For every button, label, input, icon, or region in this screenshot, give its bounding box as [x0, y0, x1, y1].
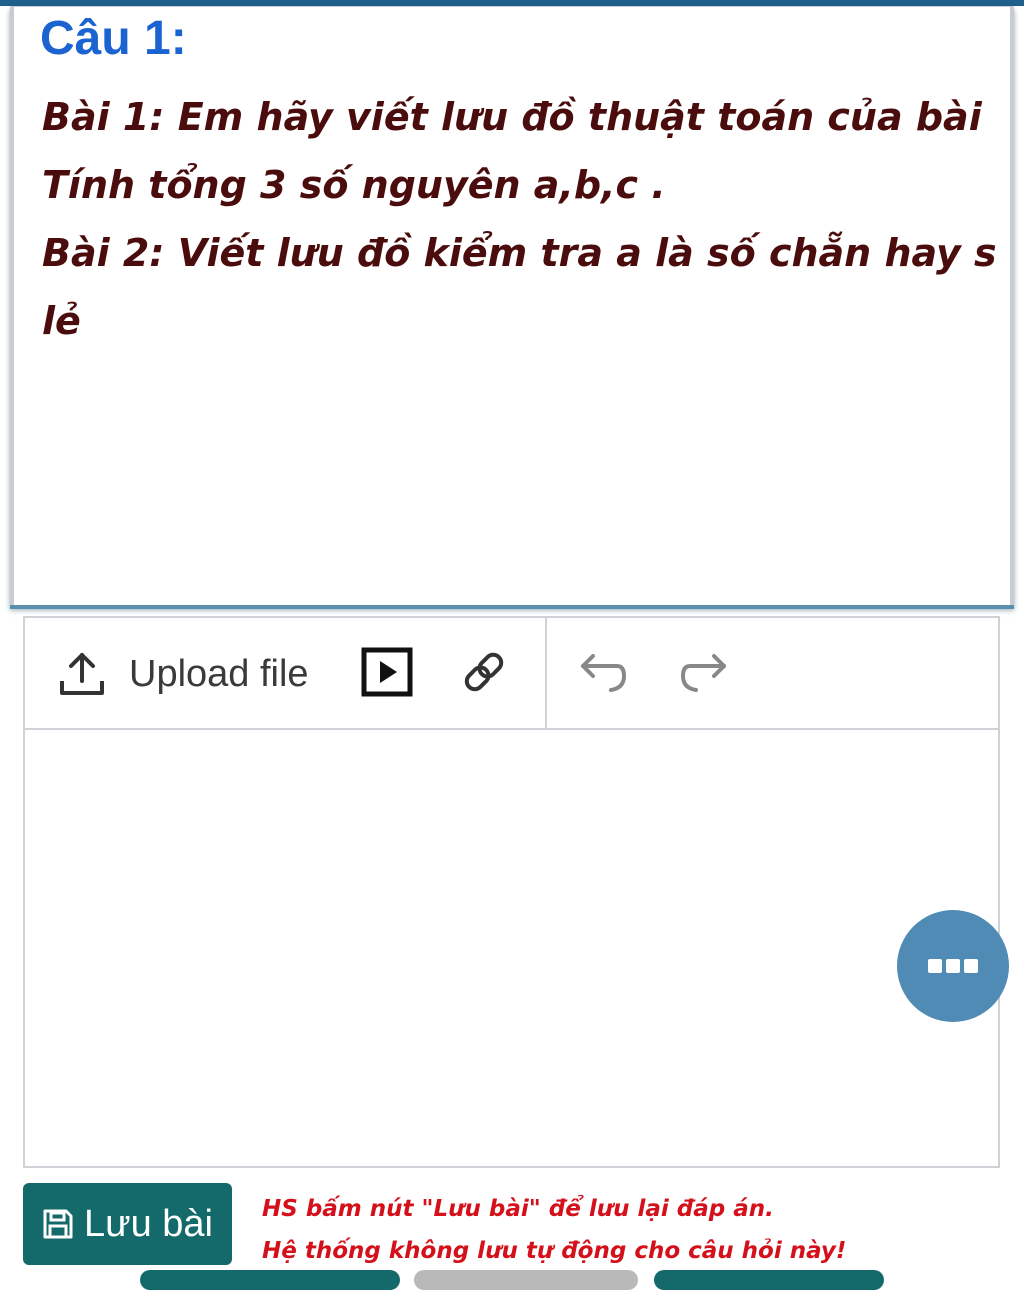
save-instruction-note: HS bấm nút "Lưu bài" để lưu lại đáp án. … — [262, 1188, 846, 1272]
editor-toolbar: Upload file — [25, 618, 998, 730]
more-dots-icon — [926, 959, 980, 973]
question-title: Câu 1: — [40, 12, 187, 65]
bottom-button-3[interactable] — [654, 1270, 884, 1290]
note-line-2: Hệ thống không lưu tự động cho câu hỏi n… — [262, 1238, 847, 1264]
question-body: Bài 1: Em hãy viết lưu đồ thuật toán của… — [42, 83, 997, 355]
question-line-2: Tính tổng 3 số nguyên a,b,c . — [42, 163, 666, 207]
bottom-button-1[interactable] — [140, 1270, 400, 1290]
toolbar-divider — [545, 618, 547, 728]
more-options-button[interactable] — [897, 910, 1009, 1022]
question-card: Câu 1: Bài 1: Em hãy viết lưu đồ thuật t… — [10, 6, 1014, 609]
bottom-button-2[interactable] — [414, 1270, 638, 1290]
insert-video-button[interactable] — [361, 647, 413, 697]
play-icon — [361, 647, 413, 697]
question-line-3: Bài 2: Viết lưu đồ kiểm tra a là số chẵn… — [42, 231, 997, 275]
upload-file-button[interactable]: Upload file — [59, 646, 309, 702]
answer-editor: Upload file — [23, 616, 1000, 1168]
question-line-4: lẻ — [42, 299, 81, 343]
note-line-1: HS bấm nút "Lưu bài" để lưu lại đáp án. — [262, 1196, 774, 1222]
redo-icon — [680, 654, 726, 692]
save-button[interactable]: Lưu bài — [23, 1183, 232, 1265]
floppy-disk-icon — [43, 1209, 73, 1239]
question-line-1: Bài 1: Em hãy viết lưu đồ thuật toán của… — [42, 95, 982, 139]
undo-button[interactable] — [577, 648, 627, 698]
editor-content-area[interactable] — [25, 730, 998, 1166]
link-icon — [464, 652, 504, 692]
insert-link-button[interactable] — [457, 645, 511, 699]
upload-file-label: Upload file — [129, 652, 309, 695]
save-button-label: Lưu bài — [84, 1202, 213, 1245]
upload-icon — [60, 653, 104, 695]
redo-button[interactable] — [680, 648, 730, 698]
undo-icon — [581, 654, 627, 692]
